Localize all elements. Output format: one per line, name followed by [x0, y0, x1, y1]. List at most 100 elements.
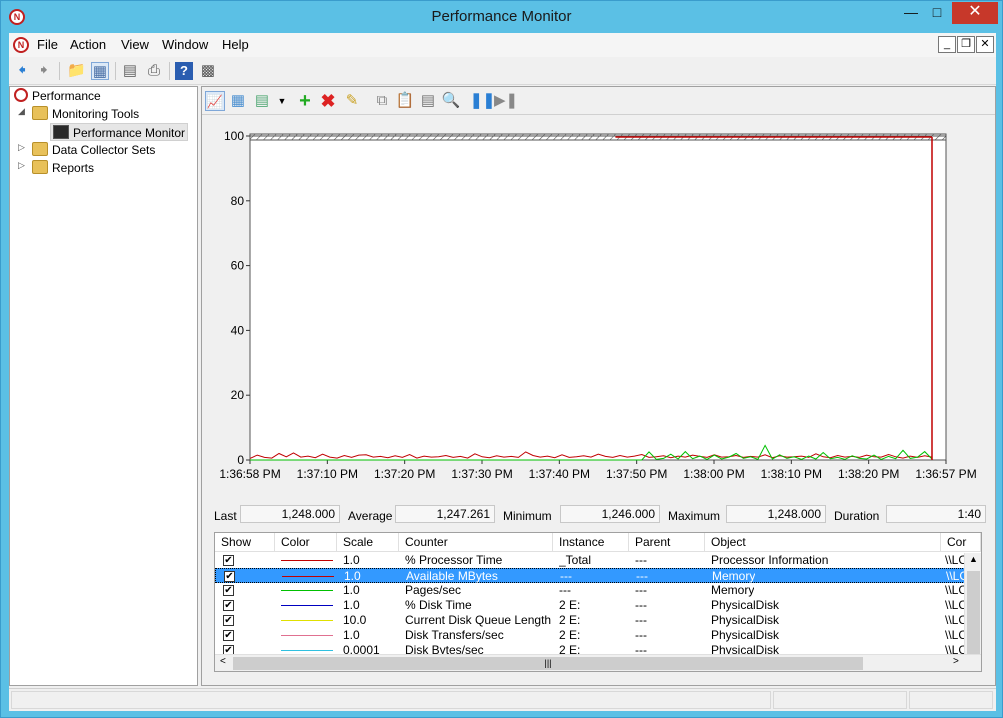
table-row[interactable]: ✔ 1.0 Available MBytes --- --- Memory \\LC [215, 568, 966, 583]
col-instance[interactable]: Instance [553, 533, 629, 552]
row-counter: Pages/sec [405, 583, 462, 597]
graph-area: 0 20 40 60 80 100 1:36:58 PM 1:37:10 PM 1:37:20 … [202, 116, 995, 488]
back-arrow-icon[interactable]: 🠸 [13, 62, 31, 80]
last-label: Last [214, 509, 237, 523]
mmc-system-menu-icon[interactable]: N [13, 37, 29, 53]
child-minimize-button[interactable]: _ [938, 36, 956, 53]
graph-type-dropdown-arrow-icon[interactable]: ▼ [272, 91, 292, 111]
scroll-up-arrow-icon[interactable]: ▲ [969, 554, 978, 564]
scroll-left-arrow-icon[interactable]: < [220, 656, 226, 667]
paste-counter-list-icon[interactable]: 📋 [395, 91, 415, 111]
forward-arrow-icon[interactable]: 🠺 [35, 62, 53, 80]
view-log-data-icon[interactable]: ▦ [228, 91, 248, 111]
col-color[interactable]: Color [275, 533, 337, 552]
col-parent[interactable]: Parent [629, 533, 705, 552]
table-row[interactable]: ✔ 1.0 % Processor Time _Total --- Processor I… [215, 553, 965, 568]
show-checkbox[interactable]: ✔ [223, 585, 234, 596]
counter-color-swatch [281, 650, 333, 651]
freeze-display-icon[interactable]: ❚❚ [470, 91, 495, 111]
properties-icon[interactable]: ▤ [418, 91, 438, 111]
add-counter-icon[interactable]: + [295, 91, 315, 111]
row-instance: --- [559, 583, 571, 597]
child-close-button[interactable]: ✕ [976, 36, 994, 53]
status-bar-pane [909, 691, 993, 709]
help-icon[interactable]: ? [175, 62, 193, 80]
scroll-right-arrow-icon[interactable]: > [953, 656, 959, 667]
menu-help[interactable]: Help [222, 37, 249, 52]
row-parent: --- [635, 613, 647, 627]
row-object: PhysicalDisk [711, 628, 780, 642]
row-parent: --- [636, 569, 648, 583]
col-scale[interactable]: Scale [337, 533, 399, 552]
col-show[interactable]: Show [215, 533, 275, 552]
row-parent: --- [635, 598, 647, 612]
menu-view[interactable]: View [121, 37, 149, 52]
row-parent: --- [635, 628, 647, 642]
duration-value: 1:40 [886, 505, 986, 523]
table-row[interactable]: ✔ 1.0 Pages/sec --- --- Memory \\LC [215, 583, 965, 598]
row-instance: 2 E: [559, 613, 581, 627]
collapse-arrow-icon[interactable]: ◢ [18, 106, 28, 117]
tree-item-performance-monitor[interactable]: Performance Monitor [50, 123, 189, 141]
window-title: Performance Monitor [431, 8, 572, 25]
show-action-pane-icon[interactable]: ▩ [199, 62, 217, 80]
horizontal-scrollbar[interactable]: < ||| > [215, 654, 981, 671]
highlight-icon[interactable]: ✎ [342, 91, 362, 111]
row-scale: 10.0 [343, 613, 367, 627]
menu-window[interactable]: Window [162, 37, 208, 52]
counter-color-swatch [281, 620, 333, 621]
title-bar[interactable]: N Performance Monitor — □ ✕ [1, 1, 1002, 33]
update-data-icon[interactable]: ▶❚ [494, 91, 518, 111]
col-computer[interactable]: Cor [941, 533, 981, 552]
show-checkbox[interactable]: ✔ [223, 600, 234, 611]
child-restore-button[interactable]: ❐ [957, 36, 975, 53]
up-folder-icon[interactable]: 📁 [67, 62, 86, 80]
change-graph-type-icon[interactable]: ▤ [252, 91, 272, 111]
delete-counter-icon[interactable]: ✖ [318, 91, 338, 111]
tree-item-monitoring-tools[interactable]: Monitoring Tools [32, 105, 139, 123]
row-scale: 1.0 [343, 583, 360, 597]
col-counter[interactable]: Counter [399, 533, 553, 552]
copy-properties-icon[interactable]: ⧉ [372, 91, 392, 111]
show-checkbox[interactable]: ✔ [223, 615, 234, 626]
show-checkbox[interactable]: ✔ [224, 571, 235, 582]
show-checkbox[interactable]: ✔ [223, 630, 234, 641]
counter-legend-grid: Show Color Scale Counter Instance Parent… [214, 532, 982, 672]
console-tree: Performance ◢ Monitoring Tools Performan… [9, 86, 198, 686]
row-computer: \\LC [945, 598, 965, 612]
show-checkbox[interactable]: ✔ [223, 555, 234, 566]
row-computer: \\LC [945, 613, 965, 627]
table-row[interactable]: ✔ 10.0 Current Disk Queue Length 2 E: --- Phy… [215, 613, 965, 628]
minimize-button[interactable]: — [898, 2, 924, 24]
horizontal-scroll-thumb[interactable]: ||| [233, 657, 863, 670]
show-hide-console-tree-icon[interactable]: ▦ [91, 62, 109, 80]
close-button[interactable]: ✕ [952, 2, 998, 24]
expand-arrow-icon[interactable]: ▷ [18, 142, 28, 153]
menu-action[interactable]: Action [70, 37, 106, 52]
tree-item-performance[interactable]: Performance [14, 87, 101, 105]
y-tick-label: 80 [231, 194, 245, 208]
last-value: 1,248.000 [240, 505, 340, 523]
y-tick-label: 60 [231, 259, 245, 273]
zoom-icon[interactable]: 🔍 [441, 91, 461, 111]
tree-item-reports[interactable]: Reports [32, 159, 94, 177]
row-counter: Available MBytes [406, 569, 498, 583]
view-current-activity-icon[interactable]: 📈 [205, 91, 225, 111]
vertical-scroll-thumb[interactable] [967, 571, 980, 657]
print-icon[interactable]: ⎙ [145, 62, 163, 80]
expand-arrow-icon[interactable]: ▷ [18, 160, 28, 171]
menu-file[interactable]: File [37, 37, 58, 52]
minimum-value: 1,246.000 [560, 505, 660, 523]
row-parent: --- [635, 553, 647, 567]
tree-item-data-collector-sets[interactable]: Data Collector Sets [32, 141, 155, 159]
maximize-button[interactable]: □ [924, 2, 950, 24]
col-object[interactable]: Object [705, 533, 941, 552]
table-row[interactable]: ✔ 1.0 Disk Transfers/sec 2 E: --- PhysicalDis… [215, 628, 965, 643]
toolbar-separator [169, 62, 170, 80]
table-row[interactable]: ✔ 1.0 % Disk Time 2 E: --- PhysicalDisk \\LC [215, 598, 965, 613]
plot-area [249, 135, 947, 461]
grid-header: Show Color Scale Counter Instance Parent… [215, 533, 981, 552]
app-window: N Performance Monitor — □ ✕ N File Actio… [0, 0, 1003, 718]
properties-icon[interactable]: ▤ [121, 62, 139, 80]
average-label: Average [348, 509, 393, 523]
